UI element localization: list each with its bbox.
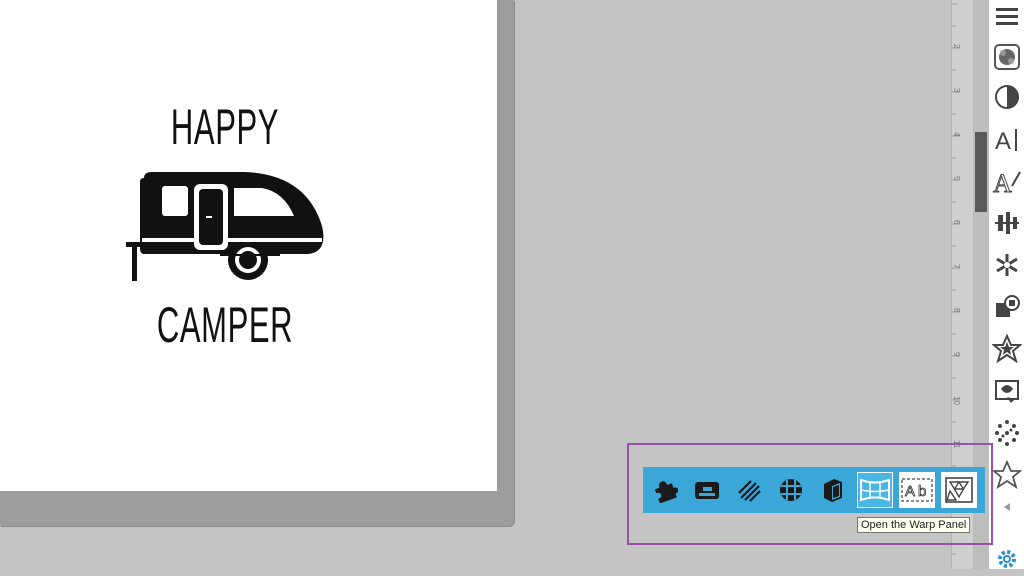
design-page[interactable]: HAPPY CAMPER <box>0 0 497 491</box>
ruler-number: 5 <box>952 176 961 181</box>
dots-effect-icon <box>995 420 1019 446</box>
fill-pattern-button[interactable] <box>992 40 1022 74</box>
transform-icon <box>996 295 1020 317</box>
ruler-number: 10 <box>952 396 961 405</box>
text-style-icon: A <box>995 128 1017 153</box>
settings-button[interactable] <box>992 542 1022 576</box>
ruler-number: 9 <box>952 352 961 357</box>
scrollbar-thumb[interactable] <box>975 132 987 212</box>
3d-button[interactable] <box>815 472 851 508</box>
svg-text:A: A <box>905 483 915 500</box>
grid-distort-button[interactable] <box>773 472 809 508</box>
star-outline-icon <box>992 460 1022 490</box>
ruler-number: 8 <box>952 308 961 313</box>
warp-icon <box>860 478 890 502</box>
line-style-button[interactable] <box>992 80 1022 114</box>
collapse-arrow-icon <box>1004 503 1010 511</box>
menu-button[interactable] <box>992 0 1022 34</box>
svg-text:b: b <box>918 483 926 500</box>
grid-circle-icon <box>780 479 802 501</box>
right-toolbar: A A <box>989 0 1024 569</box>
svg-text:A: A <box>993 169 1012 196</box>
warp-button[interactable] <box>857 472 893 508</box>
ruler-number: 7 <box>952 264 961 269</box>
favorites-button[interactable] <box>992 458 1022 492</box>
puzzle-button[interactable] <box>647 472 683 508</box>
text-sketch-button[interactable]: A <box>992 164 1022 198</box>
ruler-number: 4 <box>952 132 961 137</box>
image-trace-icon <box>995 380 1019 403</box>
eraser-icon <box>695 482 719 499</box>
contrast-icon <box>995 85 1019 109</box>
transform-button[interactable] <box>992 290 1022 324</box>
hamburger-icon <box>996 8 1018 25</box>
ruler-number: 2 <box>952 44 961 49</box>
text-style-button[interactable]: A <box>992 122 1022 156</box>
text-to-path-button[interactable]: Ab <box>899 472 935 508</box>
puzzle-icon <box>654 481 678 503</box>
svg-text:A: A <box>995 128 1011 153</box>
ruler-number: 6 <box>952 220 961 225</box>
align-icon <box>995 212 1019 234</box>
camper-trailer-image[interactable] <box>124 168 328 282</box>
ruler-number: 3 <box>952 88 961 93</box>
collapse-panel-button[interactable] <box>992 490 1022 524</box>
pattern-fill-button[interactable] <box>941 472 977 508</box>
pattern-fill-icon <box>994 44 1020 70</box>
hatch-fill-button[interactable] <box>731 472 767 508</box>
design-text-happy[interactable]: HAPPY <box>86 98 365 156</box>
replicate-icon <box>996 254 1018 276</box>
library-button[interactable] <box>992 332 1022 366</box>
modify-toolbar: Ab <box>643 467 985 513</box>
trace-button[interactable] <box>992 374 1022 408</box>
settings-gear-icon <box>998 550 1016 568</box>
rhinestone-button[interactable] <box>992 416 1022 450</box>
eraser-button[interactable] <box>689 472 725 508</box>
star-badge-icon <box>992 334 1022 364</box>
design-text-camper[interactable]: CAMPER <box>86 296 365 354</box>
tooltip: Open the Warp Panel <box>857 517 971 533</box>
hatch-lines-icon <box>738 480 761 502</box>
text-sketch-icon: A <box>993 169 1021 196</box>
triangle-pattern-icon <box>945 477 973 503</box>
text-outline-icon: Ab <box>901 478 933 502</box>
3d-box-icon <box>824 479 842 502</box>
replicate-button[interactable] <box>992 248 1022 282</box>
align-button[interactable] <box>992 206 1022 240</box>
